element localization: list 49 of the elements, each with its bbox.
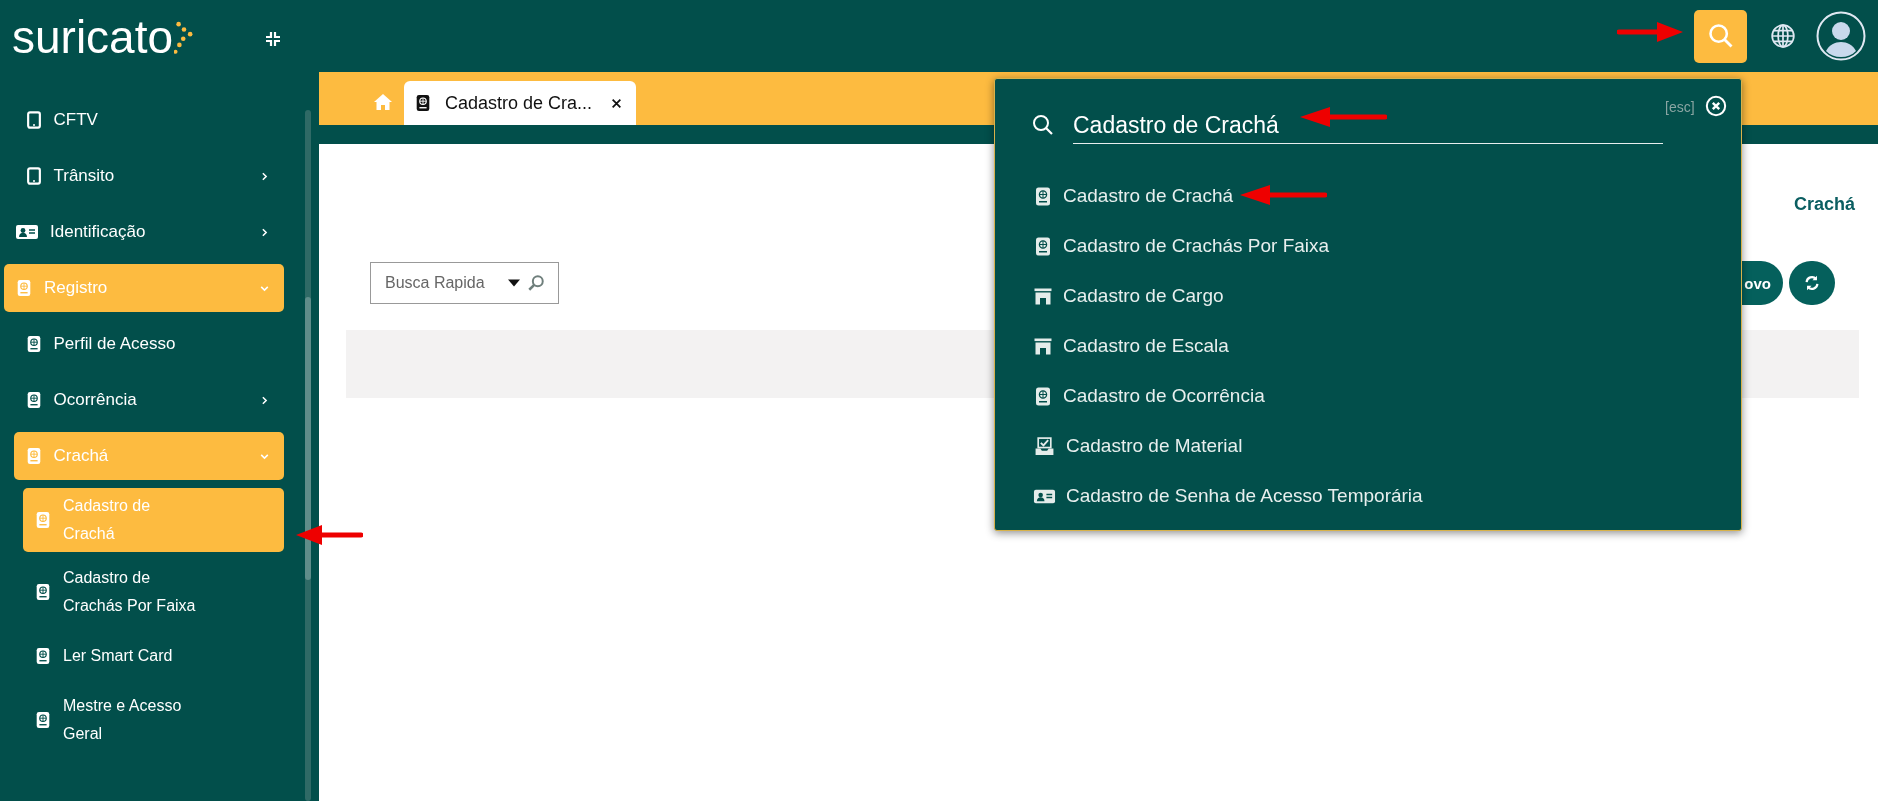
refresh-button[interactable] — [1789, 261, 1835, 305]
scrollbar[interactable] — [305, 110, 311, 801]
tablet-icon — [24, 110, 43, 130]
page-title: Crachá — [1793, 194, 1855, 215]
logo-dots-icon — [174, 20, 195, 56]
refresh-icon — [1803, 274, 1821, 292]
quick-search-field[interactable]: Busca Rapida — [370, 262, 559, 304]
sidebar-item[interactable]: Cadastro de Crachás Por Faixa — [23, 560, 284, 624]
avatar[interactable] — [1816, 11, 1866, 61]
badge-icon — [34, 510, 52, 530]
globe-icon[interactable] — [1770, 23, 1796, 49]
sidebar-item[interactable]: Identificação — [4, 208, 284, 256]
collapse-icon[interactable] — [265, 31, 281, 47]
pointer-arrow — [296, 524, 363, 546]
caret-icon[interactable] — [508, 279, 520, 287]
search-result[interactable]: Cadastro de Material — [1033, 421, 1741, 471]
id-card-icon — [15, 222, 39, 242]
search-result[interactable]: Cadastro de Crachás Por Faixa — [1033, 221, 1741, 271]
logo-text: suricato — [12, 12, 174, 62]
search-button[interactable] — [1694, 9, 1747, 63]
search-result[interactable]: Cadastro de Ocorrência — [1033, 371, 1741, 421]
esc-hint: [esc] — [1665, 99, 1695, 115]
sidebar-item[interactable]: Mestre e Acesso Geral — [23, 688, 284, 752]
search-result[interactable]: Cadastro de Escala — [1033, 321, 1741, 371]
badge-icon — [1033, 385, 1053, 407]
search-input[interactable]: Cadastro de Crachá — [1073, 106, 1663, 144]
search-result[interactable]: Cadastro de Senha de Acesso Temporária — [1033, 471, 1741, 521]
search-result[interactable]: Cadastro de Crachá — [1033, 171, 1741, 221]
sidebar-item[interactable]: Ocorrência — [13, 376, 284, 424]
pointer-arrow — [1617, 21, 1683, 43]
badge-icon — [414, 93, 432, 113]
tray-icon — [1033, 435, 1056, 457]
tablet-icon — [24, 166, 43, 186]
sidebar-item[interactable]: Trânsito — [13, 152, 284, 200]
search-result[interactable]: Cadastro de Cargo — [1033, 271, 1741, 321]
close-icon[interactable] — [611, 97, 622, 109]
badge-icon — [34, 646, 52, 666]
sidebar-item[interactable]: CFTV — [13, 96, 284, 144]
sidebar-item[interactable]: Ler Smart Card — [23, 632, 284, 680]
search-icon — [1706, 22, 1735, 50]
sidebar-item[interactable]: Perfil de Acesso — [13, 320, 284, 368]
search-icon[interactable] — [527, 274, 545, 292]
badge-icon — [15, 278, 33, 298]
badge-icon — [34, 582, 52, 602]
tab[interactable]: Cadastro de Cra... — [404, 81, 636, 125]
badge-icon — [1033, 235, 1053, 257]
badge-icon — [34, 710, 52, 730]
badge-icon — [1033, 185, 1053, 207]
search-icon — [1031, 113, 1055, 137]
